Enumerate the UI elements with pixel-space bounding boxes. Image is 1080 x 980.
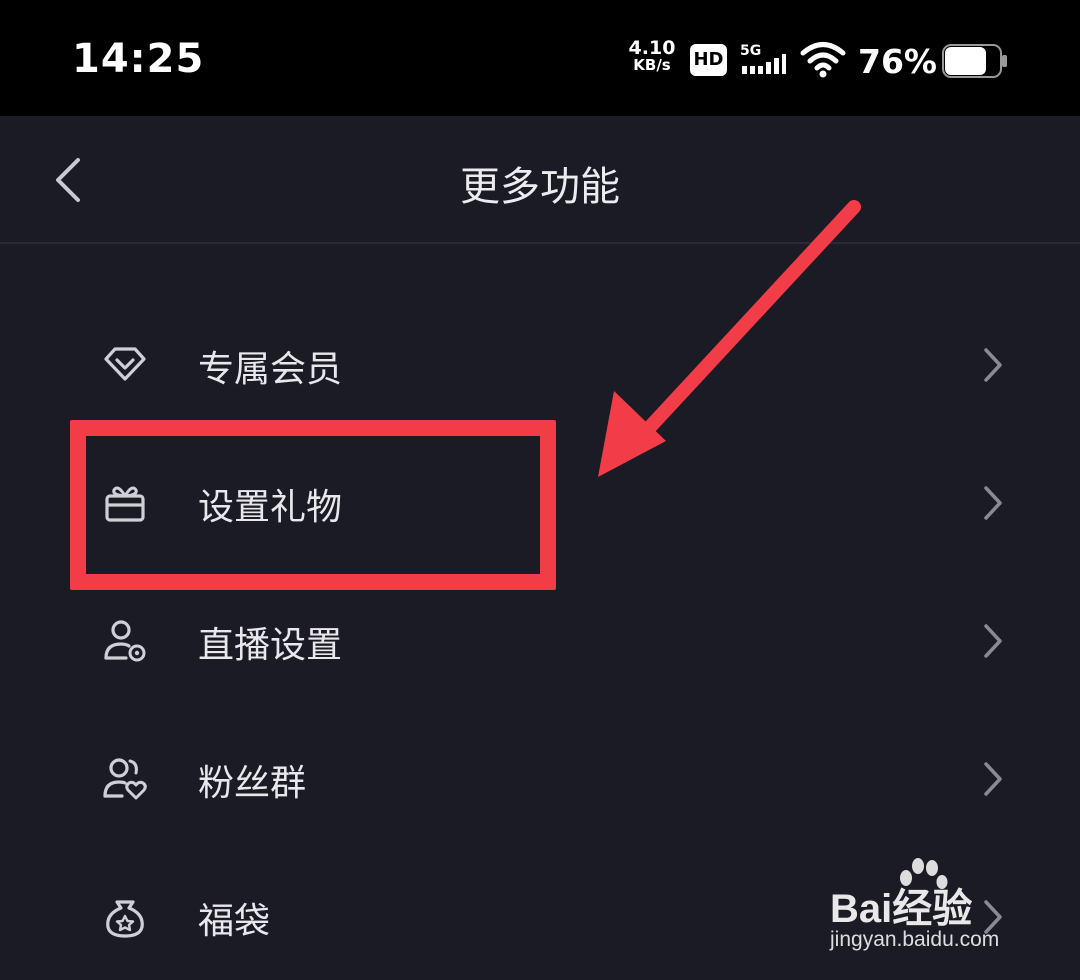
wifi-icon (800, 42, 846, 78)
network-speed-value: 4.10 (628, 37, 676, 59)
gift-icon (105, 486, 145, 522)
watermark: Bai经验 jingyan.baidu.com (828, 858, 1038, 958)
menu-item-set-gift[interactable]: 设置礼物 (0, 436, 1080, 566)
menu-item-exclusive-membership[interactable]: 专属会员 (0, 298, 1080, 428)
lucky-bag-icon (106, 900, 144, 938)
status-bar: 14:25 4.10 KB/s HD 5G 76% (0, 0, 1080, 116)
chevron-right-icon (984, 486, 1002, 520)
menu-item-label: 直播设置 (198, 625, 343, 666)
watermark-url: jingyan.baidu.com (830, 928, 1000, 951)
network-speed: 4.10 KB/s (628, 37, 676, 74)
menu-item-live-settings[interactable]: 直播设置 (0, 574, 1080, 704)
network-type-label: 5G (740, 43, 761, 59)
watermark-brand: Bai经验 (830, 887, 973, 931)
chevron-right-icon (984, 348, 1002, 382)
menu-item-label: 专属会员 (198, 349, 343, 390)
menu-item-fan-group[interactable]: 粉丝群 (0, 712, 1080, 842)
menu-item-label: 设置礼物 (198, 487, 343, 528)
page-title: 更多功能 (460, 164, 620, 210)
navigation-header: 更多功能 (0, 116, 1080, 244)
menu-item-label: 粉丝群 (198, 763, 307, 804)
diamond-icon (104, 347, 146, 381)
hd-badge: HD (690, 44, 727, 76)
network-speed-unit: KB/s (633, 56, 671, 74)
battery-percentage: 76% (858, 42, 937, 81)
user-settings-icon (104, 620, 146, 662)
fan-group-icon (103, 758, 147, 800)
menu-item-label: 福袋 (198, 901, 271, 942)
battery-icon (942, 44, 1007, 78)
status-time: 14:25 (72, 36, 205, 82)
chevron-right-icon (984, 762, 1002, 796)
chevron-right-icon (984, 624, 1002, 658)
cellular-signal-icon: 5G (740, 43, 786, 74)
